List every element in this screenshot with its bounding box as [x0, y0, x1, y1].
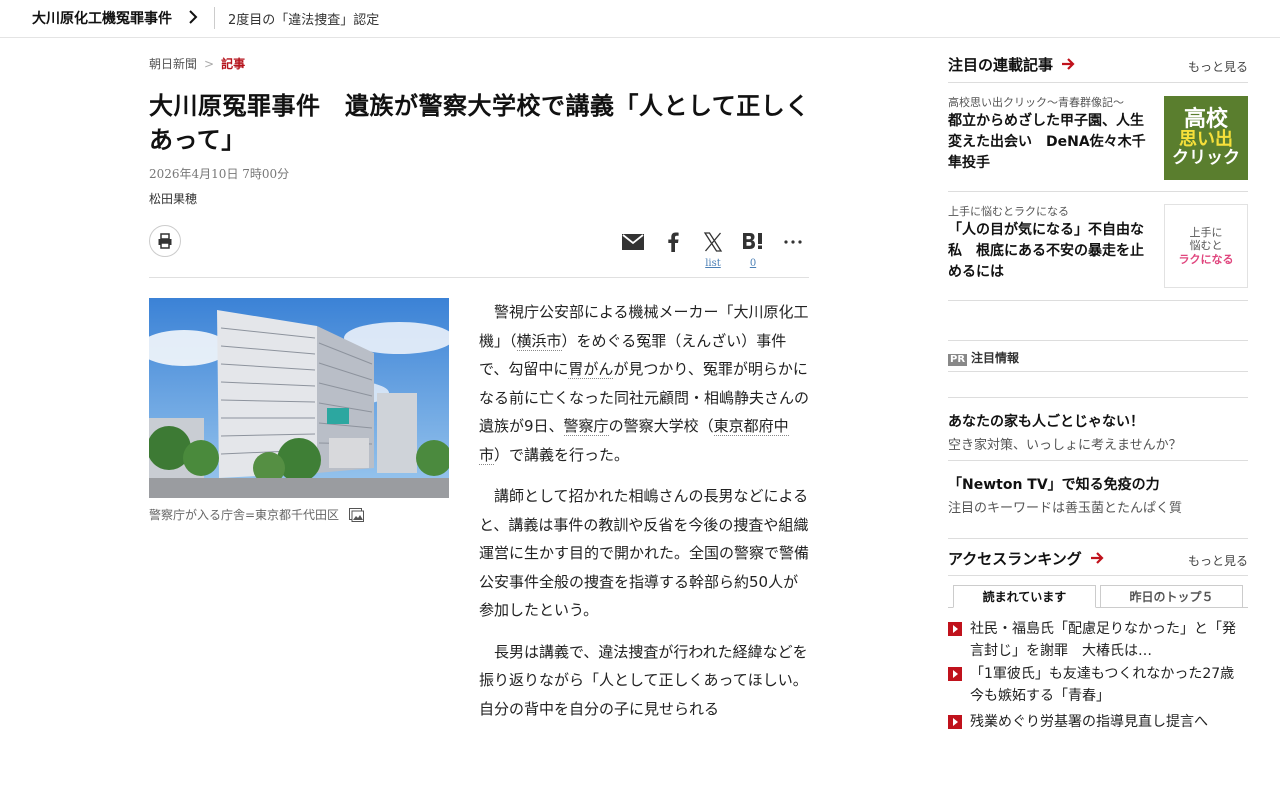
ranking-header: アクセスランキング もっと見る [948, 548, 1248, 568]
author-byline[interactable]: 松田果穂 [149, 190, 197, 207]
image-gallery-icon[interactable] [348, 508, 364, 522]
thumbnail-text: クリック [1172, 148, 1240, 169]
series-more-link[interactable]: もっと見る [1188, 58, 1248, 75]
pr-item-subtitle[interactable]: 注目のキーワードは善玉菌とたんぱく質 [948, 497, 1182, 516]
keyword-link[interactable]: 胃がん [568, 360, 614, 379]
pr-badge: PR [948, 354, 968, 366]
rail-divider [948, 82, 1248, 83]
article-body: 警視庁公安部による機械メーカー「大川原化工機」（横浜市）をめぐる冤罪（えんざい）… [479, 298, 809, 730]
pr-item-title[interactable]: あなたの家も人ごとじゃない！ [948, 411, 1144, 431]
breadcrumb-separator: > [204, 57, 215, 71]
series-title[interactable]: 都立からめざした甲子園、人生変えた出会い DeNA佐々木千隼投手 [948, 111, 1154, 174]
article-divider [149, 277, 809, 278]
breadcrumb: 朝日新聞 > 記事 [149, 55, 245, 72]
thumbnail-text: 悩むと [1189, 239, 1223, 253]
rail-divider [948, 300, 1248, 301]
keyword-link[interactable]: 横浜市 [516, 331, 562, 351]
paragraph-text: 長男は講義で、違法捜査が行われた経緯などを振り返りながら「人として正しくあってほ… [479, 642, 808, 718]
series-title[interactable]: 「人の目が気になる」不自由な私 根底にある不安の暴走を止めるには [948, 220, 1154, 283]
share-more-button[interactable] [780, 229, 806, 255]
pr-header: PR 注目情報 [948, 349, 1019, 366]
government-building-photo [149, 298, 449, 498]
chevron-right-icon[interactable] [188, 9, 198, 25]
ranking-item[interactable]: 社民・福島氏「配慮足りなかった」と「発言封じ」を謝罪 大椿氏は… [948, 618, 1248, 662]
rail-divider [948, 371, 1248, 372]
series-header: 注目の連載記事 もっと見る [948, 54, 1248, 74]
publish-date: 2026年4月10日 7時00分 [149, 167, 290, 181]
mail-icon [622, 234, 644, 250]
hatena-bookmark-icon [743, 233, 762, 249]
breadcrumb-home[interactable]: 朝日新聞 [149, 57, 197, 71]
paragraph-text: の警察大学校（ [608, 417, 714, 435]
bullet-arrow-icon [948, 715, 962, 729]
paragraph-text: 講師として招かれた相嶋さんの長男などによると、講義は事件の教訓や反省を今後の捜査… [479, 487, 809, 619]
topic-bar: 大川原化工機冤罪事件 2度目の「違法捜査」認定 [0, 0, 1280, 38]
rail-divider [948, 340, 1248, 341]
x-icon [703, 232, 723, 252]
series-thumbnail[interactable]: 高校 思い出 クリック [1164, 96, 1248, 180]
topic-link[interactable]: 大川原化工機冤罪事件 [32, 8, 172, 28]
print-button[interactable] [149, 225, 181, 257]
series-thumbnail[interactable]: 上手に 悩むと ラクになる [1164, 204, 1248, 288]
share-facebook-button[interactable] [660, 229, 686, 255]
pr-label-text: 注目情報 [971, 351, 1020, 365]
rail-divider [948, 460, 1248, 461]
ranking-item[interactable]: 残業めぐり労基署の指導見直し提言へ [948, 711, 1248, 733]
thumbnail-text: 高校 [1183, 107, 1228, 133]
article-paragraph: 警視庁公安部による機械メーカー「大川原化工機」（横浜市）をめぐる冤罪（えんざい）… [479, 298, 809, 469]
bullet-arrow-icon [948, 667, 962, 681]
more-dots-icon [784, 240, 802, 244]
share-x-label[interactable]: list [698, 258, 728, 269]
series-heading[interactable]: 注目の連載記事 [948, 56, 1053, 74]
ranking-item[interactable]: 「1軍彼氏」も友達もつくれなかった27歳 今も嫉妬する「青春」 [948, 663, 1248, 707]
paragraph-text: ）で講義を行った。 [494, 445, 630, 464]
series-category[interactable]: 上手に悩むとラクになる [948, 203, 1069, 219]
ranking-item-title[interactable]: 「1軍彼氏」も友達もつくれなかった27歳 今も嫉妬する「青春」 [970, 663, 1248, 707]
breadcrumb-current: 記事 [221, 57, 246, 71]
thumbnail-text: ラクになる [1178, 252, 1234, 266]
arrow-right-icon[interactable] [1061, 57, 1075, 71]
series-category[interactable]: 高校思い出クリック～青春群像記～ [948, 94, 1124, 110]
share-mail-button[interactable] [620, 229, 646, 255]
rail-divider [948, 191, 1248, 192]
photo-caption: 警察庁が入る庁舎=東京都千代田区 [149, 506, 364, 523]
ranking-more-link[interactable]: もっと見る [1188, 552, 1248, 569]
rail-divider [948, 575, 1248, 576]
ranking-item-title[interactable]: 社民・福島氏「配慮足りなかった」と「発言封じ」を謝罪 大椿氏は… [970, 618, 1248, 662]
keyword-link[interactable]: 警察庁 [563, 417, 609, 436]
article-paragraph: 長男は講義で、違法捜査が行われた経緯などを振り返りながら「人として正しくあってほ… [479, 638, 809, 724]
tab-most-read[interactable]: 読まれています [953, 585, 1096, 608]
topic-divider [214, 7, 215, 29]
article-paragraph: 講師として招かれた相嶋さんの長男などによると、講義は事件の教訓や反省を今後の捜査… [479, 482, 809, 625]
print-icon [158, 233, 172, 249]
bullet-arrow-icon [948, 622, 962, 636]
arrow-right-icon[interactable] [1090, 551, 1104, 565]
ranking-item-title[interactable]: 残業めぐり労基署の指導見直し提言へ [970, 711, 1248, 733]
ranking-heading[interactable]: アクセスランキング [948, 550, 1082, 568]
subtopic-link[interactable]: 2度目の「違法捜査」認定 [228, 9, 379, 28]
share-hatena-button[interactable] [740, 229, 766, 255]
tab-yesterday-top5[interactable]: 昨日のトップ５ [1100, 585, 1243, 608]
rail-divider [948, 397, 1248, 398]
share-hatena-count[interactable]: 0 [738, 258, 768, 269]
rail-divider [948, 538, 1248, 539]
pr-item-subtitle[interactable]: 空き家対策、いっしょに考えませんか？ [948, 434, 1182, 453]
article-photo[interactable] [149, 298, 449, 498]
thumbnail-text: 上手に [1189, 226, 1223, 240]
facebook-icon [668, 232, 679, 252]
article-headline: 大川原冤罪事件 遺族が警察大学校で講義「人として正しくあって」 [149, 92, 810, 154]
share-x-button[interactable] [700, 229, 726, 255]
pr-item-title[interactable]: 「Newton TV」で知る免疫の力 [948, 474, 1160, 494]
photo-caption-text: 警察庁が入る庁舎=東京都千代田区 [149, 508, 340, 522]
